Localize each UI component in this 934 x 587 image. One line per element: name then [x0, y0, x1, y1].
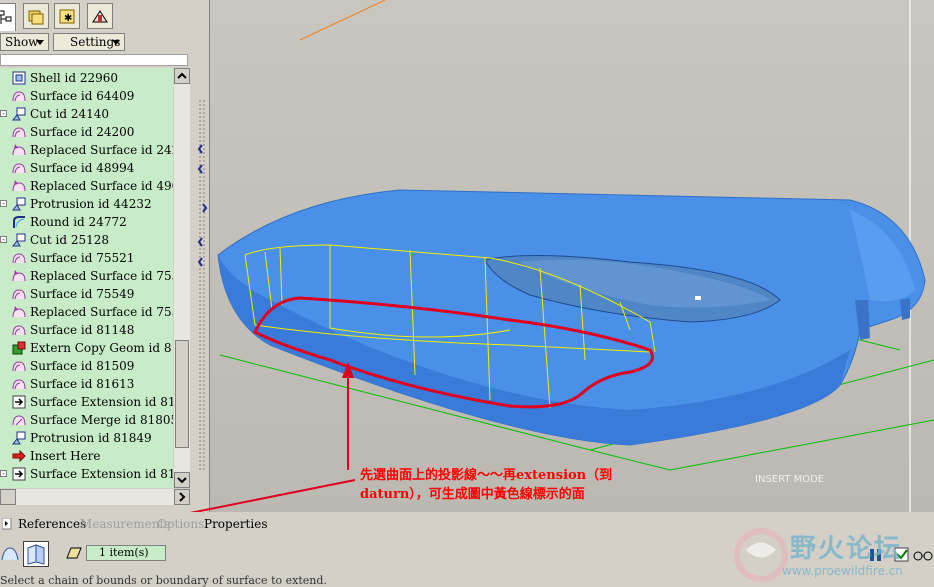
extend-mode-icon[interactable]: [0, 544, 20, 562]
tab-options[interactable]: Options: [157, 517, 204, 531]
forum-logo-title: 野火论坛: [790, 534, 903, 564]
tab-properties[interactable]: Properties: [204, 517, 267, 531]
book-surface-icon: [27, 544, 45, 565]
plane-reference-icon[interactable]: [62, 546, 82, 560]
annotation-text: 先選曲面上的投影線～～再extension（到 daturn），可生成圖中黃色線…: [360, 466, 612, 504]
selection-collector[interactable]: 1 item(s): [86, 545, 166, 561]
tab-references[interactable]: References: [18, 517, 86, 531]
annotation-line-2: daturn），可生成圖中黃色線標示的面: [360, 487, 585, 502]
annotation-line-1: 先選曲面上的投影線～～再extension（到: [360, 468, 613, 483]
collapse-arrow-icon: [2, 518, 12, 530]
forum-logo-url: www.proewildfire.cn: [782, 564, 903, 578]
extend-to-plane-button[interactable]: [23, 541, 49, 567]
